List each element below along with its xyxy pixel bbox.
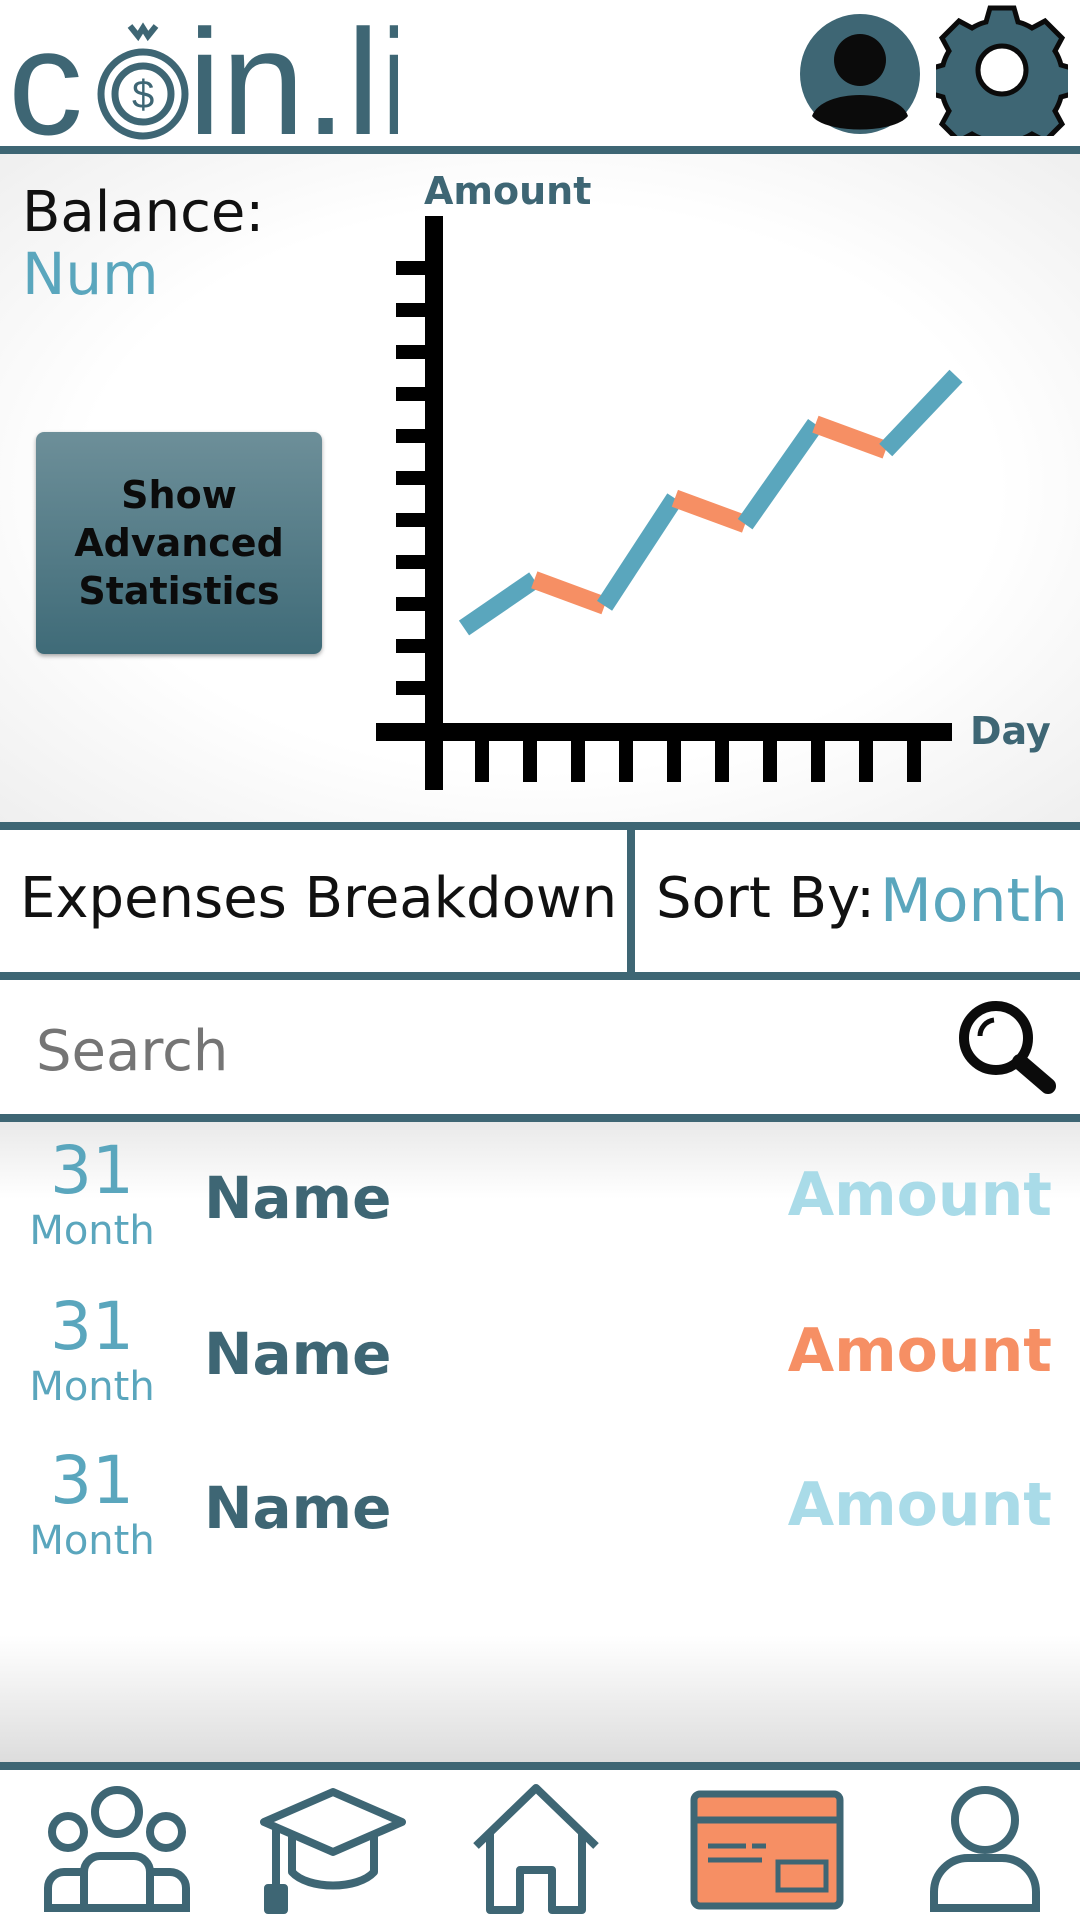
transaction-amount: Amount bbox=[787, 1316, 1052, 1386]
nav-profile-button[interactable] bbox=[926, 1780, 1044, 1916]
breakdown-divider bbox=[627, 826, 635, 976]
stats-button-line1: Show bbox=[121, 473, 237, 517]
transaction-month: Month bbox=[29, 1364, 155, 1410]
transaction-day: 31 bbox=[50, 1442, 134, 1519]
nav-home-button[interactable] bbox=[470, 1780, 602, 1916]
logo-text-c: c bbox=[8, 2, 83, 142]
series-segment bbox=[458, 572, 540, 636]
transaction-day: 31 bbox=[50, 1288, 134, 1365]
transaction-name: Name bbox=[204, 1474, 392, 1542]
profile-icon bbox=[800, 14, 920, 134]
profile-button[interactable] bbox=[798, 12, 922, 136]
transaction-amount: Amount bbox=[787, 1470, 1052, 1540]
transaction-name: Name bbox=[204, 1320, 392, 1388]
coin-icon: $ bbox=[97, 22, 189, 140]
series-segment bbox=[879, 369, 963, 457]
series-segment bbox=[671, 489, 749, 533]
stats-divider bbox=[0, 822, 1080, 830]
balance-label: Balance: bbox=[22, 180, 265, 245]
nav-expenses-button[interactable] bbox=[690, 1780, 844, 1916]
logo-text-rest: in.li bbox=[188, 2, 398, 142]
transaction-month: Month bbox=[29, 1518, 155, 1564]
list-item[interactable]: 31 Month Name Amount bbox=[0, 1446, 1080, 1596]
transaction-day: 31 bbox=[50, 1132, 134, 1209]
credit-card-icon bbox=[690, 1790, 844, 1910]
user-icon bbox=[930, 1786, 1040, 1912]
x-axis-label: Day bbox=[970, 709, 1051, 753]
header-divider bbox=[0, 146, 1080, 154]
sort-by-dropdown[interactable]: Month bbox=[880, 866, 1068, 936]
search-button[interactable] bbox=[954, 996, 1058, 1096]
home-icon bbox=[473, 1784, 599, 1914]
transaction-month: Month bbox=[29, 1208, 155, 1254]
y-axis-label: Amount bbox=[424, 169, 591, 213]
list-item[interactable]: 31 Month Name Amount bbox=[0, 1292, 1080, 1442]
expenses-breakdown-title: Expenses Breakdown bbox=[20, 866, 618, 931]
series-segment bbox=[737, 419, 823, 530]
transaction-amount: Amount bbox=[787, 1160, 1052, 1230]
gear-icon bbox=[926, 5, 1078, 157]
breakdown-bottom-divider bbox=[0, 972, 1080, 980]
nav-divider bbox=[0, 1762, 1080, 1770]
search-divider bbox=[0, 1114, 1080, 1122]
balance-chart: Amount Day bbox=[360, 160, 1080, 800]
show-advanced-statistics-button[interactable]: Show Advanced Statistics bbox=[36, 432, 322, 654]
group-icon bbox=[44, 1786, 190, 1912]
series-segment bbox=[597, 493, 683, 611]
app-logo: c $ in.li bbox=[8, 0, 413, 166]
settings-button[interactable] bbox=[926, 4, 1078, 157]
sort-by-label: Sort By: bbox=[656, 866, 875, 931]
series-segment bbox=[812, 415, 889, 459]
transaction-name: Name bbox=[204, 1164, 392, 1232]
list-item[interactable]: 31 Month Name Amount bbox=[0, 1136, 1080, 1286]
svg-text:$: $ bbox=[132, 73, 154, 117]
stats-button-line3: Statistics bbox=[78, 569, 280, 613]
search-input[interactable] bbox=[36, 1018, 916, 1084]
stats-button-line2: Advanced bbox=[74, 521, 284, 565]
nav-group-button[interactable] bbox=[40, 1780, 194, 1916]
search-icon bbox=[959, 1001, 1056, 1094]
balance-value: Num bbox=[22, 240, 159, 308]
series-segment bbox=[531, 571, 608, 615]
nav-education-button[interactable] bbox=[258, 1780, 408, 1916]
graduation-cap-icon bbox=[260, 1788, 406, 1914]
